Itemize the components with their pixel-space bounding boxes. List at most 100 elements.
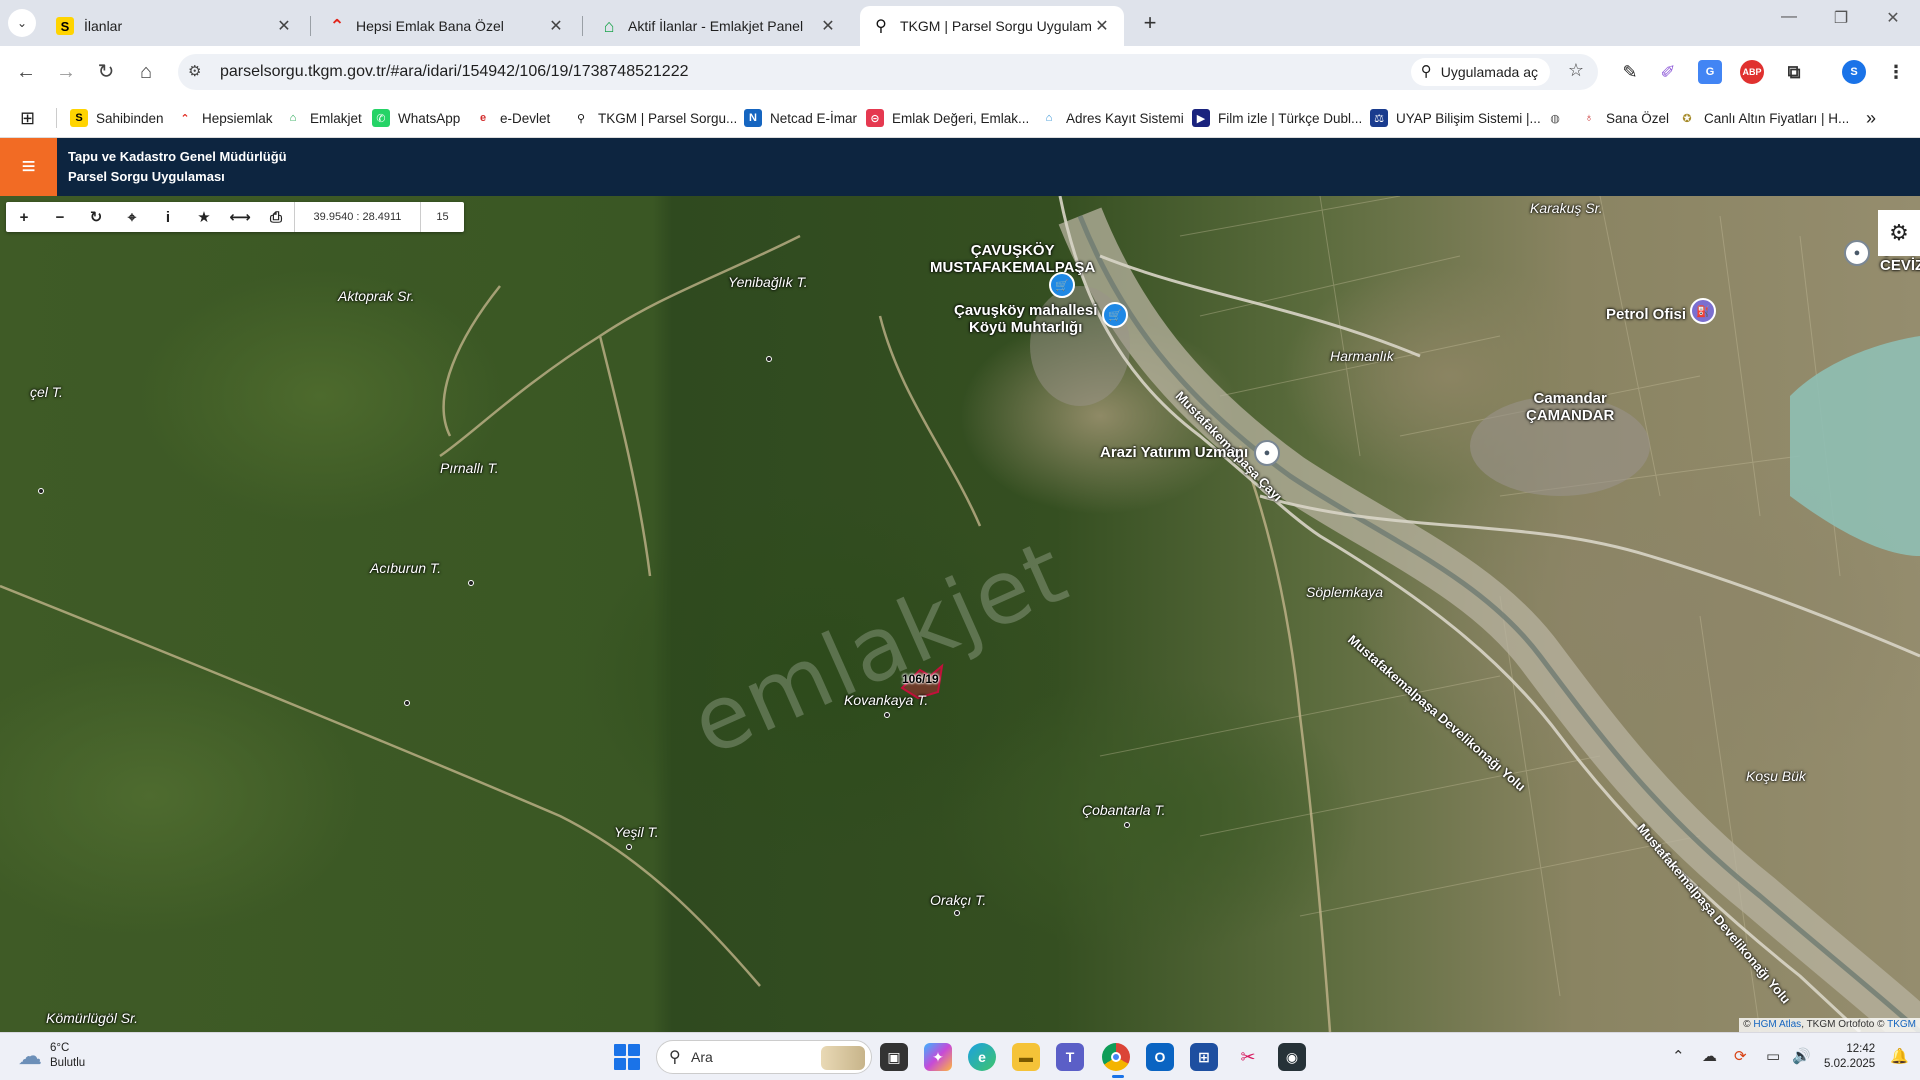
measure-icon[interactable]: ⟷ [222, 202, 258, 232]
bookmark-item[interactable]: ✆ WhatsApp [372, 106, 460, 130]
bookmark-item[interactable]: ⚖ UYAP Bilişim Sistemi |... [1370, 106, 1541, 130]
hill-marker [38, 488, 44, 494]
place-pin-icon[interactable]: ● [1844, 240, 1870, 266]
open-in-app-label: Uygulamada aç [1440, 64, 1538, 80]
fuel-station-icon[interactable]: ⛽ [1690, 298, 1716, 324]
camera-app-icon[interactable]: ◉ [1278, 1043, 1306, 1071]
tab-tkgm-active[interactable]: ⚲ TKGM | Parsel Sorgu Uygulaması ✕ [860, 6, 1124, 46]
temperature: 6°C [50, 1042, 70, 1054]
bookmark-item[interactable]: ⌂ Emlakjet [284, 106, 362, 130]
bookmark-item[interactable]: ⊝ Emlak Değeri, Emlak... [866, 106, 1029, 130]
translate-extension-icon[interactable]: G [1698, 60, 1722, 84]
bookmark-item[interactable]: N Netcad E-İmar [744, 106, 857, 130]
tab-strip: ⌄ S İlanlar ✕ ⌃ Hepsi Emlak Bana Özel ✕ … [0, 0, 1920, 46]
more-bookmarks-chevron-icon[interactable]: » [1866, 106, 1876, 130]
tab-ilanlar[interactable]: S İlanlar ✕ [44, 6, 306, 46]
weather-widget[interactable]: ☁ 6°C Bulutlu [18, 1041, 85, 1071]
store-icon[interactable]: ⊞ [1190, 1043, 1218, 1071]
extensions-puzzle-icon[interactable]: ⧉ [1782, 60, 1806, 84]
bookmark-label: Emlak Değeri, Emlak... [892, 110, 1030, 126]
tab-close-icon[interactable]: ✕ [546, 16, 566, 36]
file-explorer-icon[interactable]: ▬ [1012, 1043, 1040, 1071]
taskbar-search[interactable]: ⚲ Ara [656, 1040, 872, 1074]
attribution-tkgm-link[interactable]: TKGM [1887, 1019, 1916, 1030]
tab-close-icon[interactable]: ✕ [818, 16, 838, 36]
back-arrow-icon[interactable]: ← [12, 58, 40, 86]
attribution-prefix: © [1743, 1019, 1754, 1030]
reload-icon[interactable]: ↻ [92, 58, 120, 86]
onedrive-cloud-icon[interactable]: ☁ [1702, 1047, 1717, 1065]
bookmark-item[interactable]: ⌃ Hepsiemlak [176, 106, 272, 130]
bookmark-item[interactable]: ▶ Film izle | Türkçe Dubl... [1192, 106, 1362, 130]
map-poi-label: Petrol Ofisi [1606, 306, 1687, 323]
place-pin-icon[interactable]: ● [1254, 440, 1280, 466]
site-settings-icon[interactable]: ⚙ [188, 62, 201, 80]
info-icon[interactable]: i [150, 202, 186, 232]
url-text[interactable]: parselsorgu.tkgm.gov.tr/#ara/idari/15494… [220, 63, 688, 81]
tray-chevron-up-icon[interactable]: ⌃ [1672, 1047, 1685, 1065]
tab-emlakjet[interactable]: ⌂ Aktif İlanlar - Emlakjet Panel ✕ [588, 6, 850, 46]
map-settings-gear-icon[interactable]: ⚙ [1878, 210, 1920, 256]
new-tab-plus-icon[interactable]: + [1136, 10, 1164, 38]
home-icon[interactable]: ⌂ [132, 58, 160, 86]
apps-grid-icon[interactable]: ⊞ [20, 106, 35, 130]
display-icon[interactable]: ▭ [1766, 1047, 1780, 1065]
address-bar[interactable]: ⚙ parselsorgu.tkgm.gov.tr/#ara/idari/154… [178, 54, 1598, 90]
chrome-icon[interactable] [1102, 1043, 1130, 1071]
forward-arrow-icon[interactable]: → [52, 58, 80, 86]
bookmark-star-icon[interactable]: ☆ [1568, 60, 1584, 81]
shopping-cart-icon[interactable]: 🛒 [1102, 302, 1128, 328]
edge-browser-icon[interactable]: e [968, 1043, 996, 1071]
bookmark-item[interactable]: ⌂ Adres Kayıt Sistemi [1040, 106, 1184, 130]
app-title: Tapu ve Kadastro Genel Müdürlüğü Parsel … [68, 147, 287, 187]
taskbar-clock[interactable]: 12:42 5.02.2025 [1824, 1042, 1875, 1072]
bookmark-favicon-icon: ◍ [1550, 112, 1560, 125]
tab-close-icon[interactable]: ✕ [1092, 16, 1112, 36]
open-in-app-button[interactable]: ⚲ Uygulamada aç [1410, 58, 1550, 86]
volume-icon[interactable]: 🔊 [1792, 1047, 1811, 1065]
tab-hepsiemlak[interactable]: ⌃ Hepsi Emlak Bana Özel ✕ [316, 6, 578, 46]
bookmark-item[interactable]: e e-Devlet [474, 106, 550, 130]
hamburger-menu-icon[interactable]: ≡ [0, 138, 57, 196]
snipping-tool-icon[interactable]: ✂ [1234, 1043, 1262, 1071]
bookmark-item[interactable]: ⚲ TKGM | Parsel Sorgu... [572, 106, 737, 130]
bookmark-item[interactable]: S Sahibinden [70, 106, 164, 130]
adblock-extension-icon[interactable]: ABP [1740, 60, 1764, 84]
windows-start-icon[interactable] [614, 1044, 640, 1070]
sync-icon[interactable]: ⟳ [1734, 1047, 1747, 1065]
eyedropper-extension-icon[interactable]: ✎ [1618, 60, 1642, 84]
menu-kebab-icon[interactable]: ⋮ [1884, 60, 1908, 84]
bookmark-favicon-icon: ✆ [372, 109, 390, 127]
map-poi-label: Çavuşköy mahallesi Köyü Muhtarlığı [954, 302, 1098, 336]
map-place-label: Kovankaya T. [844, 692, 929, 708]
map-place-label: Aktoprak Sr. [338, 288, 415, 304]
refresh-icon[interactable]: ↻ [78, 202, 114, 232]
tab-search-chevron-icon[interactable]: ⌄ [8, 9, 36, 37]
locate-crosshair-icon[interactable]: ⌖ [114, 202, 150, 232]
task-view-icon[interactable]: ▣ [880, 1043, 908, 1071]
shopping-cart-icon[interactable]: 🛒 [1049, 272, 1075, 298]
profile-avatar[interactable]: S [1842, 60, 1866, 84]
teams-icon[interactable]: T [1056, 1043, 1084, 1071]
bookmark-item[interactable]: ♁ Sana Özel [1580, 106, 1669, 130]
map-canvas[interactable]: emlakjet 106/19 ıcıtarla Sr.Aktoprak Sr.… [0, 196, 1920, 1032]
favorite-star-icon[interactable]: ★ [186, 202, 222, 232]
hepsiemlak-favicon-icon: ⌃ [329, 15, 345, 36]
zoom-out-icon[interactable]: − [42, 202, 78, 232]
bookmark-item[interactable]: ◍ [1546, 106, 1572, 130]
copilot-icon[interactable]: ✦ [924, 1043, 952, 1071]
restore-icon[interactable]: ❐ [1818, 8, 1864, 28]
tab-separator [310, 16, 311, 36]
emlakjet-favicon-icon: ⌂ [603, 15, 615, 36]
minimize-icon[interactable]: — [1766, 8, 1812, 26]
pen-extension-icon[interactable]: ✐ [1656, 60, 1680, 84]
bookmark-label: TKGM | Parsel Sorgu... [598, 110, 738, 126]
window-close-icon[interactable]: ✕ [1870, 8, 1916, 28]
attribution-hgm-link[interactable]: HGM Atlas [1753, 1019, 1801, 1030]
tab-close-icon[interactable]: ✕ [274, 16, 294, 36]
print-icon[interactable]: ⎙ [258, 202, 294, 232]
outlook-icon[interactable]: O [1146, 1043, 1174, 1071]
zoom-in-icon[interactable]: + [6, 202, 42, 232]
bookmark-item[interactable]: ✪ Canlı Altın Fiyatları | H... [1678, 106, 1849, 130]
notification-bell-icon[interactable]: 🔔 [1890, 1047, 1909, 1065]
